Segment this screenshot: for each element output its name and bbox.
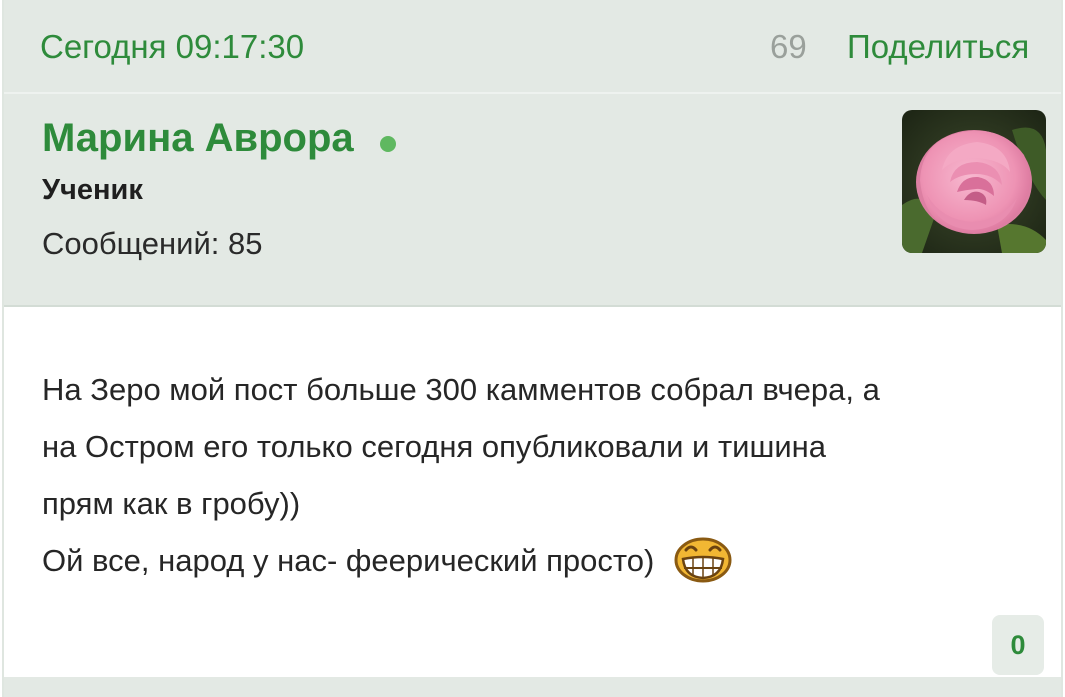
laughing-smiley-icon <box>674 535 732 583</box>
author-name[interactable]: Марина Аврора <box>42 116 354 161</box>
author-rank: Ученик <box>42 174 143 206</box>
post-body: На Зеро мой пост больше 300 камментов со… <box>4 309 1061 677</box>
header-divider <box>4 92 1061 94</box>
post-message: На Зеро мой пост больше 300 камментов со… <box>42 361 1022 589</box>
share-link[interactable]: Поделиться <box>847 28 1029 66</box>
post-footer-strip <box>4 677 1061 697</box>
post-date[interactable]: Сегодня 09:17:30 <box>40 28 304 66</box>
message-line: на Остром его только сегодня опубликовал… <box>42 429 827 464</box>
view-count: 69 <box>770 28 807 65</box>
pink-rose-avatar-icon <box>902 110 1046 253</box>
message-line-with-smiley: Ой все, народ у нас- феерический просто) <box>42 532 1022 589</box>
message-line: На Зеро мой пост больше 300 камментов со… <box>42 372 880 407</box>
message-line: Ой все, народ у нас- феерический просто) <box>42 543 655 578</box>
online-status-icon <box>380 136 396 152</box>
author-post-count: Сообщений: 85 <box>42 226 263 261</box>
avatar[interactable] <box>902 110 1046 253</box>
message-line: прям как в гробу)) <box>42 486 301 521</box>
like-count-button[interactable]: 0 <box>992 615 1044 675</box>
forum-post: Сегодня 09:17:30 69 Поделиться Марина Ав… <box>2 0 1063 697</box>
post-header: Сегодня 09:17:30 69 Поделиться Марина Ав… <box>4 0 1061 307</box>
